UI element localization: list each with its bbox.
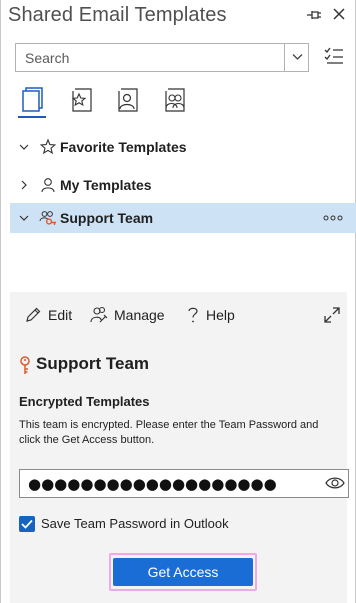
- help-button[interactable]: Help: [186, 305, 246, 327]
- chevron-right-icon[interactable]: [18, 179, 30, 191]
- encryption-description: This team is encrypted. Please enter the…: [19, 419, 319, 446]
- save-password-label: Save Team Password in Outlook: [41, 516, 229, 531]
- favorites-icon: [71, 88, 92, 112]
- edit-label: Edit: [48, 307, 73, 323]
- tree-item-label: My Templates: [60, 177, 152, 193]
- chevron-down-icon[interactable]: [18, 141, 30, 153]
- title-bar: Shared Email Templates: [1, 0, 356, 36]
- show-password-eye-icon[interactable]: [325, 476, 345, 490]
- save-password-checkbox-row[interactable]: Save Team Password in Outlook: [19, 515, 339, 535]
- get-access-button[interactable]: Get Access: [113, 558, 253, 586]
- tree-item-label: Favorite Templates: [60, 139, 187, 155]
- help-icon: [188, 307, 198, 323]
- help-label: Help: [206, 307, 235, 323]
- save-password-checkbox[interactable]: [19, 516, 35, 532]
- my-templates-icon: [118, 88, 138, 112]
- team-name: Support Team: [36, 354, 150, 373]
- checkmark-icon: [21, 519, 33, 529]
- key-icon: [20, 356, 30, 374]
- search-input[interactable]: [16, 44, 284, 71]
- more-options-icon[interactable]: [322, 211, 344, 225]
- pin-icon[interactable]: [306, 8, 322, 22]
- shared-templates-pane: Shared Email Templates Search Favorite T…: [0, 0, 356, 603]
- tree-item-favorite-templates[interactable]: Favorite Templates: [10, 132, 356, 162]
- get-access-focus-ring: Get Access: [109, 553, 257, 591]
- pane-title: Shared Email Templates: [8, 4, 227, 26]
- chevron-down-icon: [292, 54, 303, 60]
- team-password-field: [19, 469, 349, 498]
- team-templates-icon: [165, 88, 185, 112]
- tab-all-templates[interactable]: [18, 84, 46, 118]
- locked-team-icon: [39, 211, 56, 225]
- tree-item-support-team[interactable]: Support Team: [10, 203, 356, 233]
- tree-item-my-templates[interactable]: My Templates: [10, 170, 356, 200]
- expand-icon[interactable]: [323, 306, 341, 324]
- section-title: Encrypted Templates: [19, 394, 150, 409]
- team-password-input[interactable]: [20, 470, 316, 497]
- tab-team-templates[interactable]: [161, 84, 189, 118]
- edit-button[interactable]: Edit: [24, 305, 74, 327]
- person-icon: [41, 178, 55, 193]
- search-dropdown-button[interactable]: [284, 44, 309, 71]
- chevron-down-icon[interactable]: [18, 212, 30, 224]
- manage-button[interactable]: Manage: [89, 305, 169, 327]
- close-icon[interactable]: [331, 6, 347, 22]
- star-icon: [39, 138, 57, 155]
- all-templates-icon: [22, 87, 43, 112]
- team-heading: Support Team: [19, 354, 319, 378]
- tree-item-label: Support Team: [60, 210, 154, 226]
- manage-label: Manage: [114, 307, 165, 323]
- manage-users-icon: [90, 306, 108, 323]
- tab-my-templates[interactable]: [114, 84, 142, 118]
- category-tabs: [1, 84, 356, 122]
- tab-favorites[interactable]: [68, 84, 96, 118]
- details-panel: Edit Manage Help Support Team Encrypted …: [10, 292, 349, 603]
- details-toolbar: Edit Manage Help: [10, 292, 347, 340]
- search-box: [15, 43, 309, 72]
- pencil-icon: [26, 307, 41, 322]
- filter-list-icon[interactable]: [323, 45, 345, 67]
